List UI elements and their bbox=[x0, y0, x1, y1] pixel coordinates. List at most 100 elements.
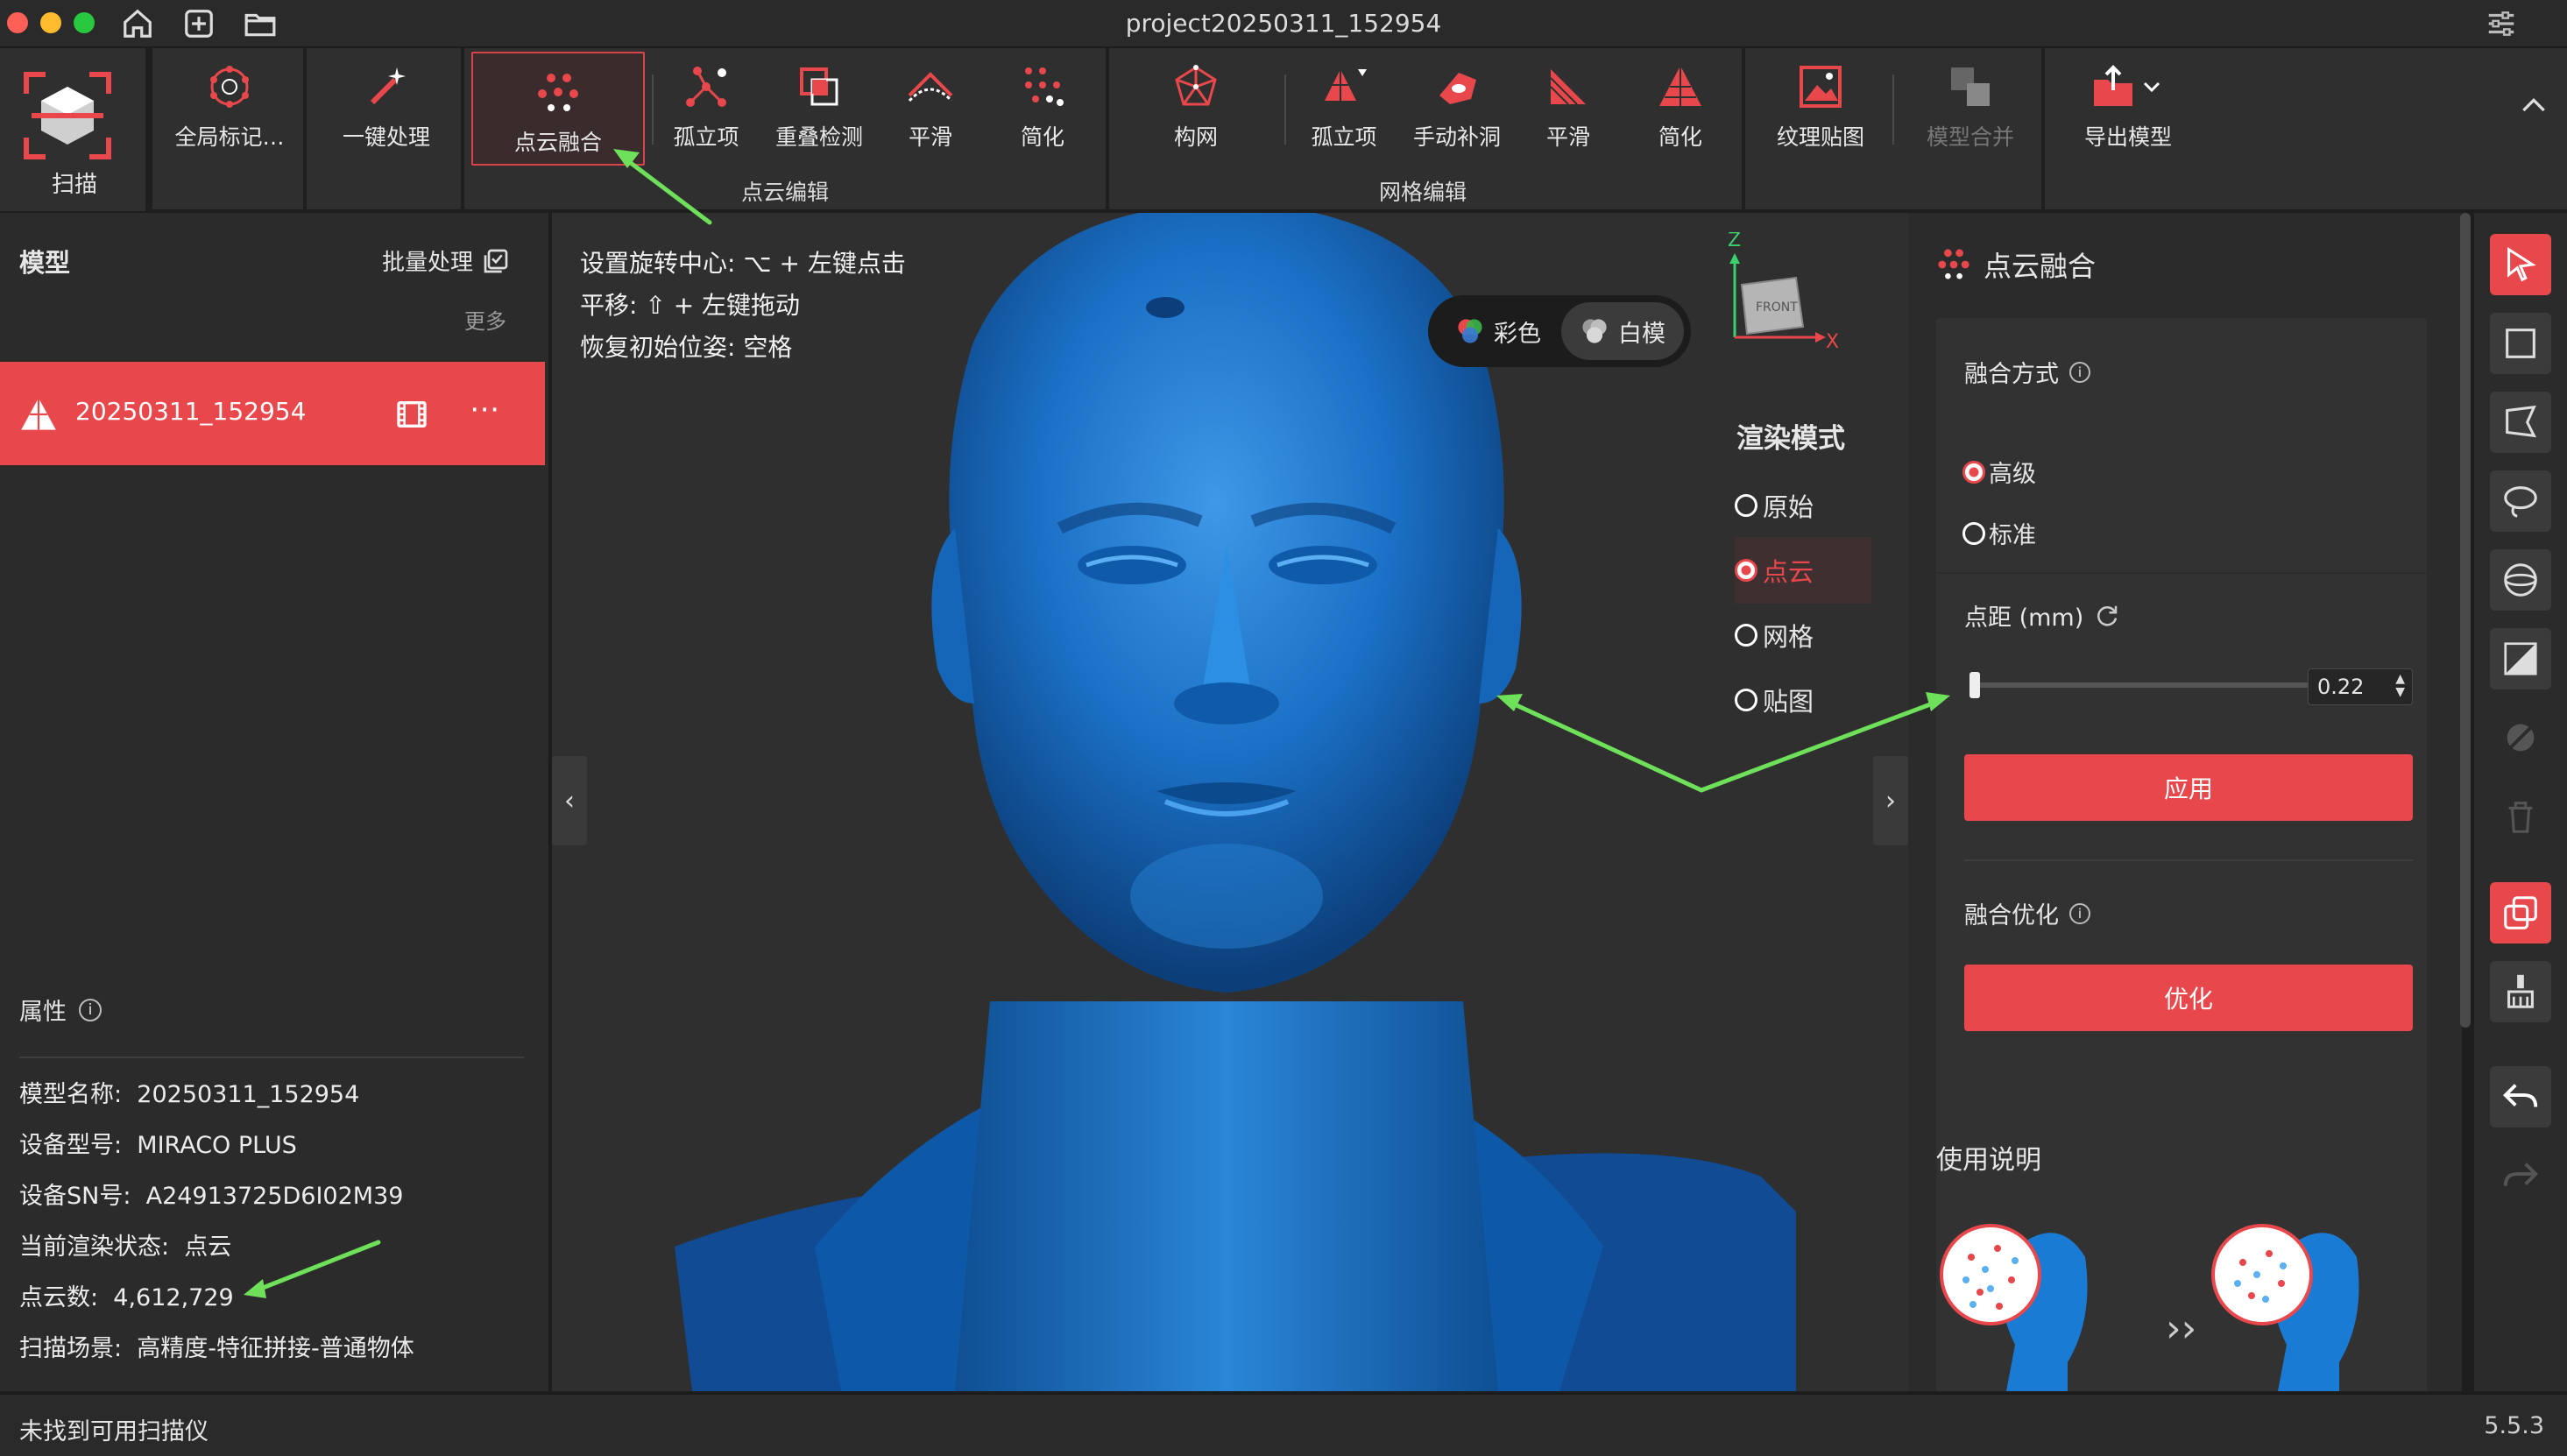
color-mode-color[interactable]: 彩色 bbox=[1437, 302, 1559, 360]
render-mode-texture[interactable]: 贴图 bbox=[1735, 667, 1892, 733]
method-option-advanced[interactable]: 高级 bbox=[1962, 455, 2036, 489]
refresh-icon[interactable] bbox=[2094, 603, 2120, 629]
point-spacing-slider[interactable] bbox=[1969, 672, 2341, 698]
tool-one-click-process[interactable]: 一键处理 bbox=[321, 55, 452, 159]
tool-isolated-points[interactable]: 孤立项 bbox=[662, 55, 750, 159]
render-mode-label: 网格 bbox=[1763, 622, 1814, 652]
tool-point-cloud-fusion[interactable]: 点云融合 bbox=[471, 52, 645, 166]
tool-label: 重叠检测 bbox=[774, 124, 863, 150]
undo-button[interactable] bbox=[2490, 1066, 2551, 1127]
render-mode-title: 渲染模式 bbox=[1736, 423, 1845, 455]
collapse-right-panel-icon[interactable]: › bbox=[1873, 756, 1908, 845]
plane-cut-button[interactable] bbox=[2490, 628, 2551, 689]
window-title: project20250311_152954 bbox=[1125, 9, 1442, 38]
collapse-left-panel-icon[interactable]: ‹ bbox=[552, 756, 587, 845]
batch-process-button[interactable]: 批量处理 bbox=[382, 244, 510, 277]
radio-icon bbox=[1735, 624, 1757, 647]
polygon-icon bbox=[2506, 405, 2536, 438]
fusion-example-illustration: ›› bbox=[1940, 1224, 2359, 1391]
brush-select-button[interactable] bbox=[2490, 961, 2551, 1022]
fusion-panel-title: 点云融合 bbox=[1984, 250, 2097, 283]
axis-gizmo[interactable]: FRONT Z X bbox=[1717, 232, 1840, 355]
property-scan-scene: 扫描场景: 高精度-特征拼接-普通物体 bbox=[19, 1335, 414, 1362]
global-marker-icon bbox=[203, 60, 256, 113]
tool-overlap-detection[interactable]: 重叠检测 bbox=[762, 55, 876, 159]
color-mode-color-label: 彩色 bbox=[1494, 320, 1541, 348]
invert-selection-button[interactable] bbox=[2490, 882, 2551, 944]
more-options-icon[interactable]: ⋯ bbox=[470, 392, 501, 427]
mesh-smooth-icon bbox=[1542, 60, 1595, 113]
tool-texture-map[interactable]: 纹理贴图 bbox=[1766, 55, 1875, 159]
render-mode-original[interactable]: 原始 bbox=[1735, 472, 1892, 539]
smooth-icon bbox=[904, 60, 957, 113]
export-model-icon bbox=[2089, 60, 2167, 113]
mesh-triangle-icon bbox=[21, 398, 56, 430]
color-mode-white-label: 白模 bbox=[1618, 320, 1665, 348]
tool-export-model[interactable]: 导出模型 bbox=[2062, 55, 2194, 159]
video-icon[interactable] bbox=[392, 397, 431, 432]
render-mode-point-cloud[interactable]: 点云 bbox=[1735, 537, 1871, 604]
delete-selection-button[interactable] bbox=[2490, 786, 2551, 847]
scan-button[interactable]: 扫描 bbox=[0, 48, 149, 211]
render-mode-mesh[interactable]: 网格 bbox=[1735, 602, 1892, 668]
collapse-ribbon-icon[interactable] bbox=[2516, 88, 2551, 124]
sphere-icon bbox=[2504, 563, 2537, 597]
white-model-icon bbox=[1582, 319, 1607, 343]
method-label: 高级 bbox=[1989, 461, 2036, 488]
mesh-build-icon bbox=[1170, 60, 1222, 113]
tool-manual-hole-fill[interactable]: 手动补洞 bbox=[1398, 55, 1516, 159]
model-panel-title: 模型 bbox=[19, 248, 71, 278]
method-option-standard[interactable]: 标准 bbox=[1962, 516, 2036, 550]
tool-label: 简化 bbox=[1658, 124, 1702, 150]
tool-simplify[interactable]: 简化 bbox=[1001, 55, 1085, 159]
property-model-name: 模型名称: 20250311_152954 bbox=[19, 1081, 360, 1108]
tool-mesh-simplify[interactable]: 简化 bbox=[1638, 55, 1722, 159]
head-scan-model[interactable] bbox=[552, 213, 1908, 1391]
apply-button[interactable]: 应用 bbox=[1964, 754, 2413, 821]
selection-tool-strip bbox=[2472, 213, 2567, 1391]
panel-scrollbar[interactable] bbox=[2460, 213, 2471, 1028]
tool-mesh-build[interactable]: 构网 bbox=[1139, 55, 1253, 159]
info-icon[interactable]: i bbox=[2069, 361, 2090, 383]
lasso-select-button[interactable] bbox=[2490, 470, 2551, 532]
model-merge-icon bbox=[1944, 60, 1997, 113]
optimize-button[interactable]: 优化 bbox=[1964, 965, 2413, 1031]
hide-selection-button[interactable] bbox=[2490, 707, 2551, 768]
radio-selected-icon bbox=[1962, 460, 1985, 484]
hint-pan: 平移: ⇧ + 左键拖动 bbox=[580, 291, 801, 320]
color-mode-white[interactable]: 白模 bbox=[1561, 302, 1684, 360]
more-link[interactable]: 更多 bbox=[464, 304, 506, 335]
rectangle-icon bbox=[2506, 329, 2535, 358]
tool-mesh-isolated[interactable]: 孤立项 bbox=[1300, 55, 1388, 159]
properties-title: 属性 bbox=[19, 999, 67, 1026]
info-icon[interactable]: i bbox=[79, 998, 102, 1021]
select-tool-button[interactable] bbox=[2490, 234, 2551, 295]
stepper-arrows-icon[interactable]: ▲ ▼ bbox=[2395, 673, 2405, 699]
point-spacing-value: 0.22 bbox=[2317, 675, 2365, 699]
cursor-icon bbox=[2507, 246, 2536, 282]
render-mode-label: 原始 bbox=[1763, 492, 1814, 522]
hint-reset-pose: 恢复初始位姿: 空格 bbox=[580, 333, 793, 362]
model-list-item[interactable]: 20250311_152954 ⋯ bbox=[0, 362, 545, 465]
slider-thumb[interactable] bbox=[1969, 672, 1980, 698]
sphere-select-button[interactable] bbox=[2490, 549, 2551, 611]
tool-mesh-smooth[interactable]: 平滑 bbox=[1526, 55, 1610, 159]
tool-label: 平滑 bbox=[1545, 124, 1590, 150]
settings-sliders-icon[interactable] bbox=[2485, 7, 2518, 40]
rect-select-button[interactable] bbox=[2490, 313, 2551, 374]
fusion-optimize-text: 融合优化 bbox=[1964, 902, 2059, 929]
scanner-status: 未找到可用扫描仪 bbox=[19, 1418, 209, 1445]
property-render-state: 当前渲染状态: 点云 bbox=[19, 1233, 232, 1261]
point-cloud-fusion-icon bbox=[1938, 249, 1969, 279]
point-spacing-input[interactable]: 0.22 ▲ ▼ bbox=[2308, 668, 2413, 705]
gizmo-z-label: Z bbox=[1728, 232, 1741, 251]
tool-smooth[interactable]: 平滑 bbox=[888, 55, 972, 159]
tool-model-merge[interactable]: 模型合并 bbox=[1913, 55, 2027, 159]
fusion-method-text: 融合方式 bbox=[1964, 361, 2059, 388]
polygon-select-button[interactable] bbox=[2490, 392, 2551, 453]
properties-header: 属性 i bbox=[19, 993, 102, 1027]
tool-global-marker[interactable]: 全局标记… bbox=[166, 55, 293, 159]
3d-viewport[interactable]: 设置旋转中心: ⌥ + 左键点击 平移: ⇧ + 左键拖动 恢复初始位姿: 空格… bbox=[552, 213, 1908, 1391]
info-icon[interactable]: i bbox=[2069, 902, 2090, 924]
redo-button[interactable] bbox=[2490, 1145, 2551, 1206]
